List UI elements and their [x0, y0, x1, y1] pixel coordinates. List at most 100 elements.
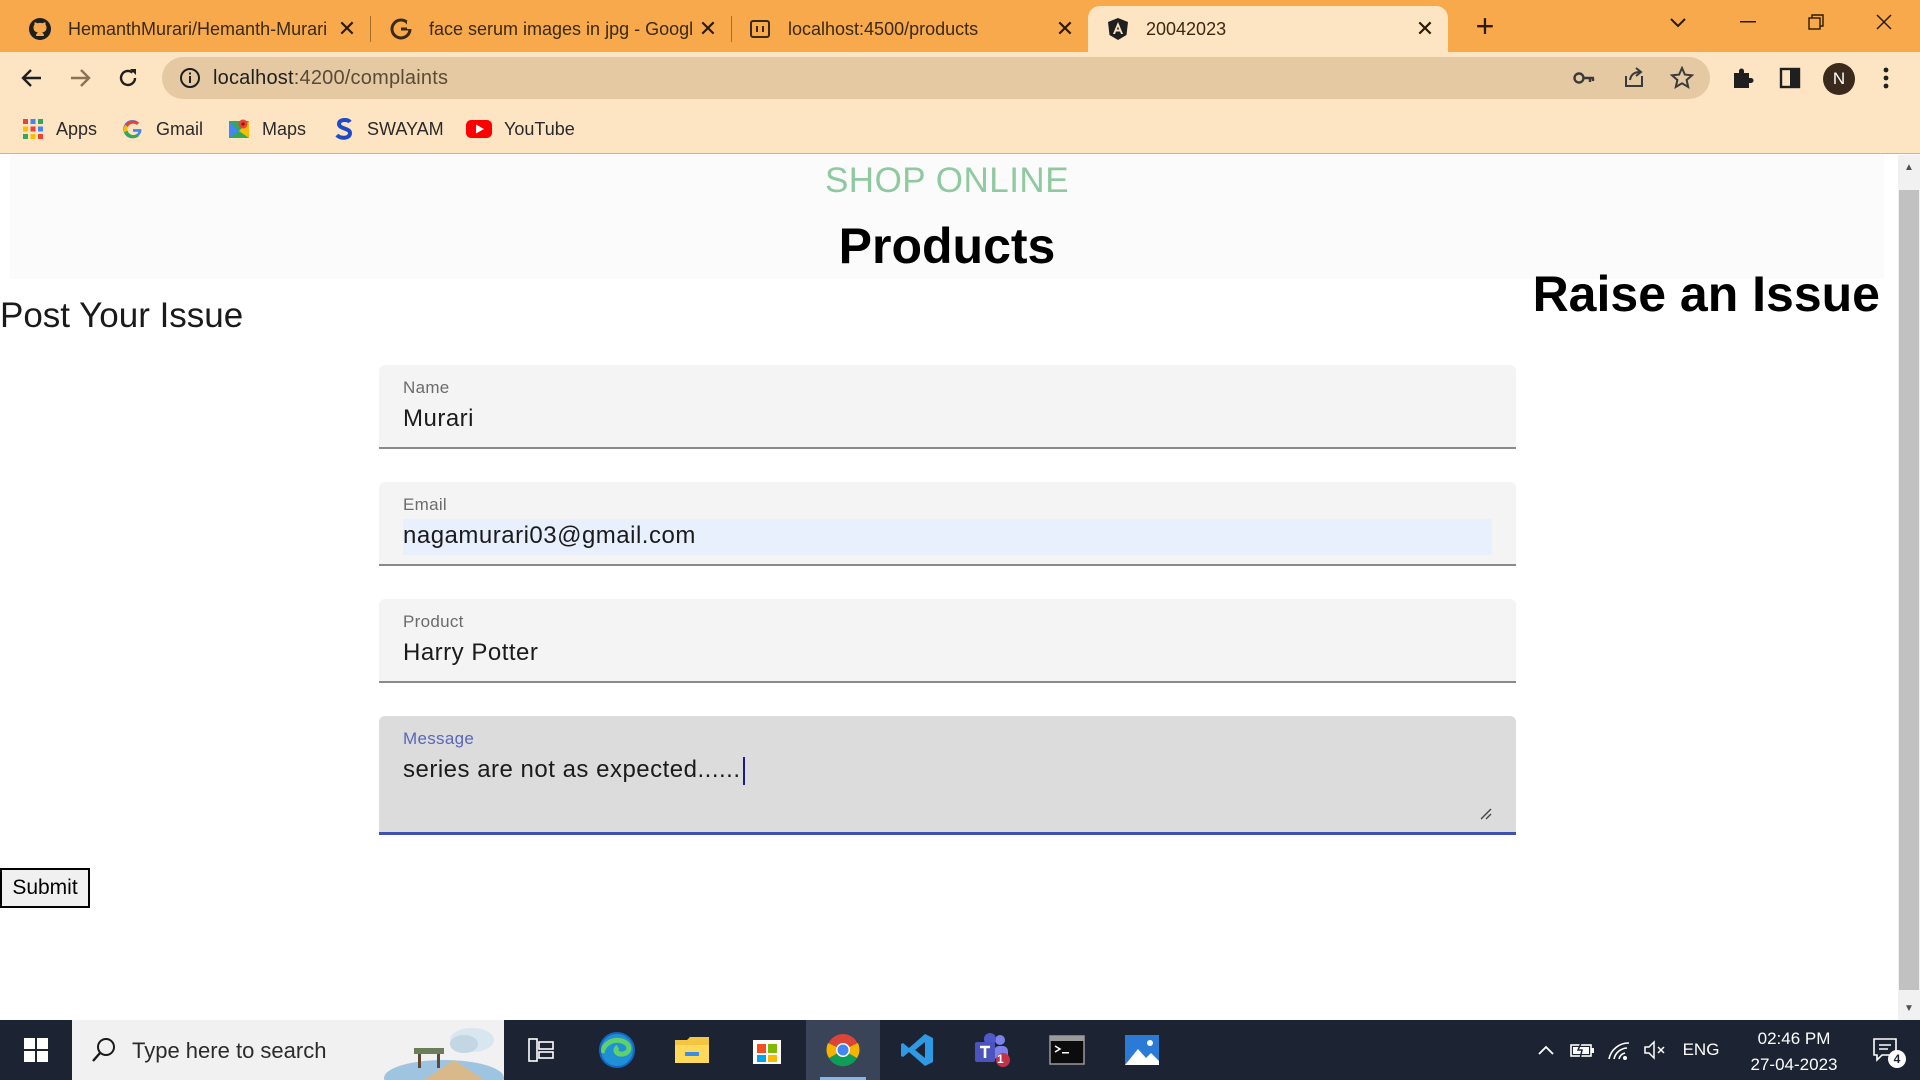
maps-icon — [228, 118, 250, 140]
text-caret — [742, 756, 745, 785]
language-indicator[interactable]: ENG — [1678, 1020, 1724, 1080]
window-close-button[interactable] — [1850, 0, 1918, 44]
message-text: series are not as expected...... — [403, 756, 741, 783]
site-info-icon[interactable] — [178, 66, 202, 90]
tab-search-chevron-icon[interactable] — [1644, 0, 1712, 44]
minimize-button[interactable] — [1714, 0, 1782, 44]
browser-toolbar: localhost:4200/complaints N — [0, 52, 1920, 104]
taskbar-search-box[interactable]: Type here to search — [72, 1020, 504, 1080]
bookmark-youtube[interactable]: YouTube — [466, 116, 575, 142]
bookmark-apps[interactable]: Apps — [22, 116, 97, 142]
new-tab-button[interactable]: + — [1465, 8, 1505, 44]
show-hidden-icons-chevron-icon[interactable] — [1532, 1020, 1560, 1080]
scroll-up-arrow-icon[interactable]: ▲ — [1898, 157, 1920, 177]
google-icon — [122, 118, 144, 140]
product-input[interactable]: Harry Potter — [403, 639, 538, 667]
email-field-label: Email — [403, 495, 448, 514]
clock-time: 02:46 PM — [1757, 1029, 1831, 1048]
message-field[interactable]: Message series are not as expected...... — [379, 716, 1516, 835]
bookmark-star-icon[interactable] — [1669, 65, 1695, 90]
swayam-icon — [333, 118, 355, 140]
email-field[interactable]: Email nagamurari03@gmail.com — [379, 482, 1516, 566]
bookmark-label: Apps — [56, 118, 98, 139]
key-icon[interactable] — [1572, 66, 1596, 90]
back-arrow-icon[interactable] — [14, 60, 50, 96]
tab-github[interactable]: HemanthMurari/Hemanth-Murari ✕ — [0, 6, 370, 52]
url-path: :4200/complaints — [293, 67, 449, 89]
url-host: localhost — [213, 67, 294, 89]
search-highlight-illustration — [384, 1020, 504, 1080]
menu-kebab-icon[interactable] — [1872, 64, 1900, 92]
bookmark-swayam[interactable]: SWAYAM — [333, 116, 444, 142]
google-icon — [389, 17, 413, 41]
close-icon[interactable]: ✕ — [1050, 14, 1080, 44]
restore-button[interactable] — [1782, 0, 1850, 44]
message-field-label: Message — [403, 729, 475, 748]
clock-date: 27-04-2023 — [1750, 1055, 1838, 1074]
loading-icon — [748, 17, 772, 41]
taskbar-clock[interactable]: 02:46 PM 27-04-2023 — [1734, 1026, 1854, 1078]
message-textarea[interactable]: series are not as expected...... — [403, 756, 745, 785]
tab-google-search[interactable]: face serum images in jpg - Google ✕ — [371, 6, 731, 52]
task-view-icon[interactable] — [504, 1020, 578, 1080]
windows-start-icon[interactable] — [0, 1020, 72, 1080]
bookmark-label: YouTube — [504, 118, 575, 139]
github-icon — [28, 17, 52, 41]
profile-avatar[interactable]: N — [1823, 63, 1855, 95]
tab-angular-app[interactable]: 20042023 ✕ — [1088, 6, 1448, 52]
tab-title: HemanthMurari/Hemanth-Murari — [68, 18, 328, 39]
chrome-browser-icon[interactable] — [806, 1020, 880, 1080]
reload-icon[interactable] — [110, 60, 146, 96]
tab-title: 20042023 — [1146, 18, 1227, 39]
battery-icon[interactable] — [1568, 1020, 1598, 1080]
notification-center-icon[interactable]: 4 — [1858, 1020, 1914, 1080]
share-icon[interactable] — [1622, 66, 1646, 90]
teams-icon[interactable]: 1 — [955, 1020, 1029, 1080]
name-field[interactable]: Name Murari — [379, 365, 1516, 449]
bookmark-label: Maps — [262, 118, 307, 139]
teams-badge: 1 — [997, 1052, 1004, 1066]
notification-count-badge: 4 — [1888, 1050, 1906, 1068]
address-bar[interactable]: localhost:4200/complaints — [162, 57, 1710, 99]
bookmark-maps[interactable]: Maps — [228, 116, 306, 142]
raise-issue-heading: Raise an Issue — [1532, 266, 1880, 322]
photos-app-icon[interactable] — [1105, 1020, 1179, 1080]
product-field[interactable]: Product Harry Potter — [379, 599, 1516, 683]
tab-strip: HemanthMurari/Hemanth-Murari ✕ face seru… — [0, 0, 1920, 52]
bookmark-label: Gmail — [156, 118, 204, 139]
side-panel-icon[interactable] — [1776, 64, 1804, 92]
close-icon[interactable]: ✕ — [332, 14, 362, 44]
product-field-label: Product — [403, 612, 464, 631]
bookmark-label: SWAYAM — [367, 118, 444, 139]
submit-button[interactable]: Submit — [0, 868, 90, 908]
close-icon[interactable]: ✕ — [693, 14, 723, 44]
scrollbar-thumb[interactable] — [1899, 190, 1919, 990]
search-icon — [90, 1036, 118, 1064]
page-content: SHOP ONLINE Products Raise an Issue Post… — [0, 155, 1898, 1020]
email-input[interactable]: nagamurari03@gmail.com — [403, 522, 696, 550]
name-input[interactable]: Murari — [403, 405, 474, 433]
post-issue-heading: Post Your Issue — [0, 296, 244, 335]
edge-browser-icon[interactable] — [580, 1020, 654, 1080]
bookmarks-bar: Apps Gmail Maps SWAYAM YouTube — [0, 104, 1920, 154]
resize-handle-icon[interactable] — [1478, 806, 1492, 820]
terminal-icon[interactable] — [1030, 1020, 1104, 1080]
search-placeholder: Type here to search — [132, 1038, 327, 1063]
extensions-puzzle-icon[interactable] — [1728, 64, 1756, 92]
brand-title: SHOP ONLINE — [824, 161, 1070, 200]
forward-arrow-icon[interactable] — [62, 60, 98, 96]
vscode-icon[interactable] — [880, 1020, 954, 1080]
volume-muted-icon[interactable] — [1640, 1020, 1670, 1080]
angular-icon — [1106, 17, 1130, 41]
url-text[interactable]: localhost:4200/complaints — [213, 67, 448, 90]
wifi-icon[interactable] — [1604, 1020, 1634, 1080]
tab-title: localhost:4500/products — [788, 18, 979, 39]
youtube-icon — [466, 118, 492, 140]
tab-localhost-products[interactable]: localhost:4500/products ✕ — [732, 6, 1088, 52]
microsoft-store-icon[interactable] — [730, 1020, 804, 1080]
scroll-down-arrow-icon[interactable]: ▼ — [1898, 998, 1920, 1018]
bookmark-gmail[interactable]: Gmail — [122, 116, 203, 142]
file-explorer-icon[interactable] — [655, 1020, 729, 1080]
close-icon[interactable]: ✕ — [1410, 14, 1440, 44]
tab-title: face serum images in jpg - Google — [429, 18, 693, 39]
